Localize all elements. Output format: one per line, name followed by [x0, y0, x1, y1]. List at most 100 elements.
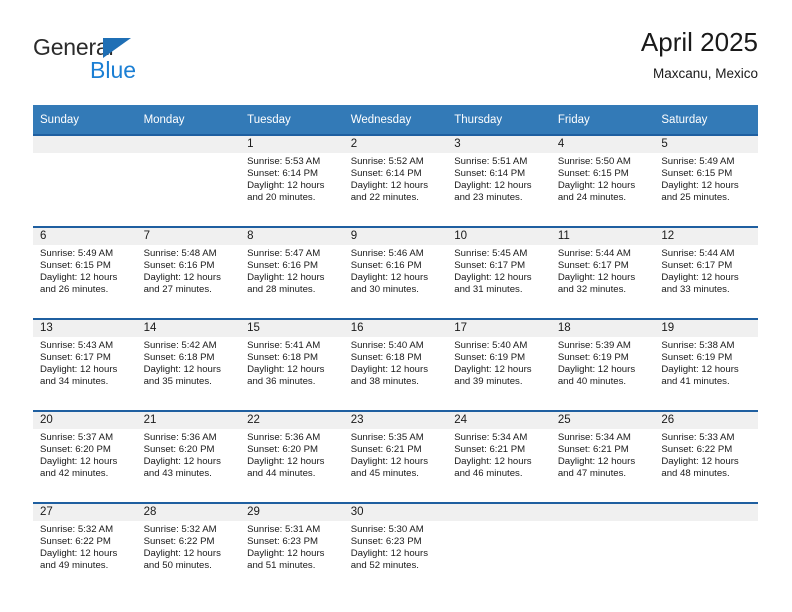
day-cell-inner: 2 Sunrise: 5:52 AM Sunset: 6:14 PM Dayli… [343, 136, 448, 226]
day-cell[interactable]: 21 Sunrise: 5:36 AM Sunset: 6:20 PM Dayl… [136, 412, 241, 502]
general-blue-logo[interactable]: General Blue [33, 34, 153, 84]
day-cell[interactable]: 11 Sunrise: 5:44 AM Sunset: 6:17 PM Dayl… [550, 228, 655, 318]
logo-text-blue: Blue [90, 57, 137, 83]
day-cell[interactable]: 4 Sunrise: 5:50 AM Sunset: 6:15 PM Dayli… [550, 136, 655, 226]
day-cell-inner: 11 Sunrise: 5:44 AM Sunset: 6:17 PM Dayl… [550, 228, 655, 318]
daylight-text-line1: Daylight: 12 hours [350, 180, 429, 192]
day-cell[interactable]: 1 Sunrise: 5:53 AM Sunset: 6:14 PM Dayli… [240, 136, 344, 226]
day-cell[interactable]: 18 Sunrise: 5:39 AM Sunset: 6:19 PM Dayl… [550, 320, 655, 410]
day-details [654, 521, 758, 524]
daylight-text-line2: and 46 minutes. [454, 468, 523, 480]
day-details: Sunrise: 5:49 AM Sunset: 6:15 PM Dayligh… [654, 153, 758, 205]
day-cell-inner: 23 Sunrise: 5:35 AM Sunset: 6:21 PM Dayl… [343, 412, 448, 502]
day-cell[interactable]: 9 Sunrise: 5:46 AM Sunset: 6:16 PM Dayli… [343, 228, 448, 318]
sunset-text: Sunset: 6:17 PM [557, 260, 629, 272]
daylight-text-line2: and 33 minutes. [661, 284, 730, 296]
day-cell-inner: 10 Sunrise: 5:45 AM Sunset: 6:17 PM Dayl… [447, 228, 551, 318]
day-details: Sunrise: 5:44 AM Sunset: 6:17 PM Dayligh… [551, 245, 655, 297]
daylight-text-line1: Daylight: 12 hours [143, 456, 221, 468]
day-details: Sunrise: 5:38 AM Sunset: 6:19 PM Dayligh… [654, 337, 758, 389]
day-details: Sunrise: 5:32 AM Sunset: 6:22 PM Dayligh… [33, 521, 137, 573]
day-cell[interactable] [447, 504, 551, 594]
day-number: 27 [33, 504, 137, 521]
day-cell[interactable]: 24 Sunrise: 5:34 AM Sunset: 6:21 PM Dayl… [447, 412, 551, 502]
weekday-header-wednesday: Wednesday [343, 105, 448, 134]
daylight-text-line2: and 44 minutes. [247, 468, 316, 480]
day-number [33, 136, 137, 153]
daylight-text-line1: Daylight: 12 hours [557, 180, 636, 192]
sunrise-text: Sunrise: 5:51 AM [454, 156, 528, 167]
day-cell[interactable] [136, 136, 241, 226]
daylight-text-line2: and 27 minutes. [143, 284, 212, 296]
day-number: 17 [447, 320, 551, 337]
day-cell[interactable]: 3 Sunrise: 5:51 AM Sunset: 6:14 PM Dayli… [447, 136, 551, 226]
sunset-text: Sunset: 6:23 PM [350, 536, 422, 548]
day-cell[interactable]: 2 Sunrise: 5:52 AM Sunset: 6:14 PM Dayli… [343, 136, 448, 226]
day-cell[interactable]: 25 Sunrise: 5:34 AM Sunset: 6:21 PM Dayl… [550, 412, 655, 502]
daylight-text-line2: and 23 minutes. [454, 192, 523, 204]
day-details [551, 521, 655, 524]
day-cell-inner: 25 Sunrise: 5:34 AM Sunset: 6:21 PM Dayl… [550, 412, 655, 502]
day-cell-inner: 27 Sunrise: 5:32 AM Sunset: 6:22 PM Dayl… [33, 504, 137, 594]
daylight-text-line1: Daylight: 12 hours [143, 272, 221, 284]
day-cell[interactable]: 8 Sunrise: 5:47 AM Sunset: 6:16 PM Dayli… [240, 228, 344, 318]
day-cell[interactable]: 22 Sunrise: 5:36 AM Sunset: 6:20 PM Dayl… [240, 412, 344, 502]
day-cell[interactable]: 20 Sunrise: 5:37 AM Sunset: 6:20 PM Dayl… [33, 412, 137, 502]
daylight-text-line2: and 38 minutes. [350, 376, 419, 388]
day-cell[interactable]: 14 Sunrise: 5:42 AM Sunset: 6:18 PM Dayl… [136, 320, 241, 410]
day-cell[interactable]: 5 Sunrise: 5:49 AM Sunset: 6:15 PM Dayli… [654, 136, 758, 226]
day-cell[interactable]: 16 Sunrise: 5:40 AM Sunset: 6:18 PM Dayl… [343, 320, 448, 410]
day-cell[interactable] [33, 136, 137, 226]
day-cell[interactable]: 26 Sunrise: 5:33 AM Sunset: 6:22 PM Dayl… [654, 412, 758, 502]
day-cell[interactable]: 13 Sunrise: 5:43 AM Sunset: 6:17 PM Dayl… [33, 320, 137, 410]
calendar-page: General Blue April 2025 Maxcanu, Mexico … [0, 0, 792, 612]
day-cell[interactable] [654, 504, 758, 594]
day-cell[interactable]: 27 Sunrise: 5:32 AM Sunset: 6:22 PM Dayl… [33, 504, 137, 594]
sunset-text: Sunset: 6:14 PM [350, 168, 422, 180]
day-cell[interactable]: 29 Sunrise: 5:31 AM Sunset: 6:23 PM Dayl… [240, 504, 344, 594]
title-block: April 2025 Maxcanu, Mexico [641, 26, 758, 84]
day-cell[interactable]: 23 Sunrise: 5:35 AM Sunset: 6:21 PM Dayl… [343, 412, 448, 502]
day-cell[interactable]: 12 Sunrise: 5:44 AM Sunset: 6:17 PM Dayl… [654, 228, 758, 318]
daylight-text-line2: and 49 minutes. [40, 560, 109, 572]
daylight-text-line2: and 31 minutes. [454, 284, 523, 296]
sunrise-text: Sunrise: 5:52 AM [350, 156, 424, 167]
day-number: 12 [654, 228, 758, 245]
sunrise-text: Sunrise: 5:44 AM [557, 248, 631, 259]
weekday-header-monday: Monday [136, 105, 241, 134]
sunset-text: Sunset: 6:17 PM [454, 260, 526, 272]
daylight-text-line2: and 26 minutes. [40, 284, 109, 296]
day-cell[interactable]: 19 Sunrise: 5:38 AM Sunset: 6:19 PM Dayl… [654, 320, 758, 410]
daylight-text-line1: Daylight: 12 hours [557, 364, 636, 376]
sunrise-text: Sunrise: 5:47 AM [247, 248, 321, 259]
daylight-text-line2: and 52 minutes. [350, 560, 419, 572]
day-cell[interactable] [550, 504, 655, 594]
day-details [447, 521, 551, 524]
day-cell-inner: 7 Sunrise: 5:48 AM Sunset: 6:16 PM Dayli… [136, 228, 241, 318]
daylight-text-line2: and 35 minutes. [143, 376, 212, 388]
day-cell[interactable]: 28 Sunrise: 5:32 AM Sunset: 6:22 PM Dayl… [136, 504, 241, 594]
day-details: Sunrise: 5:35 AM Sunset: 6:21 PM Dayligh… [344, 429, 448, 481]
week-row: 20 Sunrise: 5:37 AM Sunset: 6:20 PM Dayl… [33, 412, 758, 502]
day-cell[interactable]: 17 Sunrise: 5:40 AM Sunset: 6:19 PM Dayl… [447, 320, 551, 410]
day-cell[interactable]: 10 Sunrise: 5:45 AM Sunset: 6:17 PM Dayl… [447, 228, 551, 318]
day-details: Sunrise: 5:45 AM Sunset: 6:17 PM Dayligh… [447, 245, 551, 297]
weekday-header-saturday: Saturday [654, 105, 758, 134]
day-cell[interactable]: 30 Sunrise: 5:30 AM Sunset: 6:23 PM Dayl… [343, 504, 448, 594]
day-cell[interactable]: 7 Sunrise: 5:48 AM Sunset: 6:16 PM Dayli… [136, 228, 241, 318]
day-details: Sunrise: 5:40 AM Sunset: 6:18 PM Dayligh… [344, 337, 448, 389]
sunrise-text: Sunrise: 5:31 AM [247, 524, 321, 535]
day-details: Sunrise: 5:44 AM Sunset: 6:17 PM Dayligh… [654, 245, 758, 297]
day-number: 25 [550, 412, 655, 429]
sunrise-text: Sunrise: 5:40 AM [454, 340, 528, 351]
daylight-text-line2: and 22 minutes. [350, 192, 419, 204]
sunset-text: Sunset: 6:20 PM [143, 444, 215, 456]
day-cell[interactable]: 6 Sunrise: 5:49 AM Sunset: 6:15 PM Dayli… [33, 228, 137, 318]
sunset-text: Sunset: 6:15 PM [557, 168, 629, 180]
sunrise-text: Sunrise: 5:45 AM [454, 248, 528, 259]
day-cell[interactable]: 15 Sunrise: 5:41 AM Sunset: 6:18 PM Dayl… [240, 320, 344, 410]
day-details: Sunrise: 5:43 AM Sunset: 6:17 PM Dayligh… [33, 337, 137, 389]
day-number: 2 [343, 136, 448, 153]
day-number: 3 [447, 136, 551, 153]
day-details: Sunrise: 5:51 AM Sunset: 6:14 PM Dayligh… [447, 153, 551, 205]
